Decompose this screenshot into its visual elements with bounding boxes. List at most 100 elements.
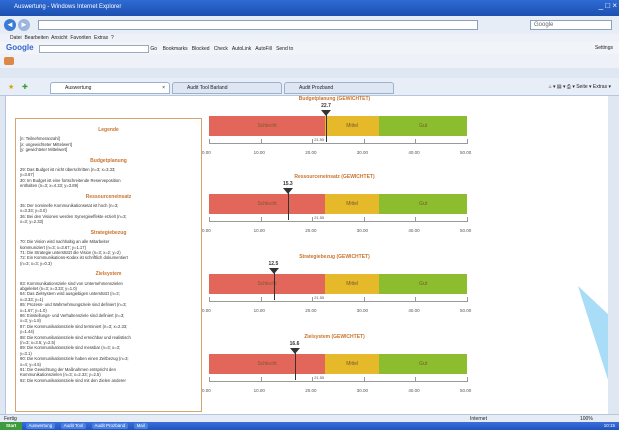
x-tick-label: 50.00 bbox=[460, 150, 472, 155]
menu-item[interactable]: Extras bbox=[94, 35, 108, 41]
x-tick-label: 0.00 bbox=[202, 150, 211, 155]
x-tick-label: 20.00 bbox=[305, 308, 317, 313]
x-tick bbox=[209, 217, 210, 222]
title-bar: Auswertung - Windows Internet Explorer _… bbox=[0, 0, 619, 16]
band-0: Schlecht bbox=[209, 116, 326, 136]
chart-title: Budgetplanung (GEWICHTET) bbox=[298, 96, 371, 102]
tab-label: Auswertung bbox=[65, 85, 92, 91]
taskbar-item[interactable]: Auswertung bbox=[25, 423, 56, 429]
x-tick bbox=[415, 139, 417, 144]
band-1: Mittel bbox=[325, 116, 380, 136]
popup-blocked-button[interactable]: Blocked bbox=[192, 46, 210, 52]
chart-title: Ressourceneinsatz (GEWICHTET) bbox=[294, 174, 375, 180]
legend-section-heading: Budgetplanung bbox=[90, 157, 127, 164]
tab-audit-tool[interactable]: Audit Tool Barland bbox=[172, 82, 282, 94]
value-label: 15.3 bbox=[282, 181, 293, 187]
menu-item[interactable]: Favoriten bbox=[70, 35, 91, 41]
status-bar: Fertig Internet 100% bbox=[0, 414, 619, 422]
gauge-chart: Budgetplanung (GEWICHTET) Schlecht Mittel G… bbox=[202, 96, 471, 176]
value-label: 16.6 bbox=[289, 341, 300, 347]
tab-auswertung[interactable]: Auswertung × bbox=[50, 82, 170, 94]
autolink-button[interactable]: AutoLink bbox=[232, 46, 251, 52]
band-2: Gut bbox=[379, 194, 467, 214]
value-label: 22.7 bbox=[321, 103, 331, 109]
toolbar-icon[interactable] bbox=[4, 57, 14, 65]
x-tick bbox=[312, 377, 314, 382]
taskbar-item[interactable]: Audit Prozband bbox=[91, 423, 129, 429]
extras-menu[interactable]: Extras bbox=[593, 84, 607, 90]
send-to-button[interactable]: Send to bbox=[276, 46, 293, 52]
page-content: Legende [n: Teilnehmeranzahl] [x: ungewi… bbox=[5, 96, 608, 414]
clock: 10:15 bbox=[603, 423, 615, 428]
tab-audit-prozband[interactable]: Audit Prozband bbox=[284, 82, 394, 94]
x-tick bbox=[467, 377, 468, 382]
check-button[interactable]: Check bbox=[214, 46, 228, 52]
legend-panel: Legende [n: Teilnehmeranzahl] [x: ungewi… bbox=[15, 118, 202, 412]
x-tick-label: 10.00 bbox=[253, 388, 265, 393]
legend-section-heading: Zielsystem bbox=[95, 271, 122, 278]
google-toolbar: Google Go Bookmarks Blocked Check AutoLi… bbox=[0, 42, 619, 54]
window-controls[interactable]: _ □ × bbox=[599, 1, 617, 10]
tab-label: Audit Tool Barland bbox=[187, 85, 228, 91]
x-tick-label: 0.00 bbox=[202, 228, 211, 233]
taskbar-item[interactable]: Mail bbox=[133, 423, 148, 429]
x-tick bbox=[363, 377, 365, 382]
bookmarks-button[interactable]: Bookmarks bbox=[163, 46, 188, 52]
x-tick-label: 20.00 bbox=[305, 150, 317, 155]
band-label: Gut bbox=[419, 281, 428, 287]
go-button[interactable]: Go bbox=[150, 46, 157, 52]
legend-sections: Budgetplanung 29: Das Budget ist nicht üb… bbox=[20, 157, 197, 384]
google-search-input[interactable] bbox=[38, 44, 149, 53]
reference-label: 21.55 bbox=[314, 215, 325, 220]
menu-item[interactable]: Datei bbox=[10, 35, 22, 41]
menu-item[interactable]: ? bbox=[111, 35, 114, 41]
legend-section-heading: Strategiebezug bbox=[90, 229, 127, 236]
menu-item[interactable]: Bearbeiten bbox=[24, 35, 48, 41]
x-tick bbox=[415, 297, 417, 302]
x-tick-label: 30.00 bbox=[356, 228, 369, 233]
band-label: Mittel bbox=[346, 123, 359, 129]
x-tick bbox=[363, 297, 365, 302]
reference-label: 21.55 bbox=[314, 137, 325, 142]
gauge-chart: Strategiebezug (GEWICHTET) Schlecht Mittel… bbox=[202, 254, 471, 334]
x-tick bbox=[312, 217, 314, 222]
band-label: Mittel bbox=[346, 281, 359, 287]
page-menu[interactable]: Seite bbox=[576, 84, 587, 90]
browser-window: Auswertung - Windows Internet Explorer _… bbox=[0, 0, 619, 430]
x-tick-label: 10.00 bbox=[253, 150, 265, 155]
back-button[interactable]: ◄ bbox=[4, 19, 16, 31]
band-label: Gut bbox=[419, 361, 428, 367]
band-1: Mittel bbox=[325, 194, 380, 214]
legend-line: enthalten (n=3; x=4.33; y=3.89) bbox=[20, 183, 79, 189]
add-favorites-icon[interactable]: ✚ bbox=[22, 83, 28, 91]
decorative-arrow bbox=[578, 286, 608, 380]
search-input[interactable]: Google bbox=[530, 20, 612, 30]
forward-button[interactable]: ► bbox=[18, 19, 30, 31]
x-tick bbox=[415, 217, 417, 222]
x-tick-label: 40.00 bbox=[408, 150, 420, 155]
chart-title: Strategiebezug (GEWICHTET) bbox=[299, 254, 370, 260]
reference-label: 21.55 bbox=[314, 295, 325, 300]
x-tick bbox=[467, 297, 468, 302]
menu-item[interactable]: Ansicht bbox=[51, 35, 67, 41]
favorites-star-icon[interactable]: ★ bbox=[8, 83, 14, 91]
legend-section-heading: Ressourceneinsatz bbox=[85, 193, 132, 200]
x-tick bbox=[260, 377, 262, 382]
close-tab-icon[interactable]: × bbox=[162, 83, 165, 93]
autofill-button[interactable]: AutoFill bbox=[255, 46, 272, 52]
x-axis bbox=[209, 143, 467, 144]
address-bar[interactable] bbox=[38, 20, 478, 30]
band-label: Schlecht bbox=[257, 281, 277, 287]
x-tick bbox=[467, 139, 468, 144]
x-tick-label: 10.00 bbox=[253, 308, 265, 313]
settings-button[interactable]: Settings bbox=[595, 42, 613, 54]
band-0: Schlecht bbox=[209, 354, 326, 374]
value-marker-triangle bbox=[321, 110, 332, 116]
taskbar-item[interactable]: Audit Tool bbox=[60, 423, 87, 429]
start-button[interactable]: Start bbox=[0, 422, 23, 430]
band-label: Gut bbox=[419, 201, 428, 207]
band-0: Schlecht bbox=[209, 274, 326, 294]
legend-key: [y: gewichteter Mittelwert] bbox=[20, 147, 68, 153]
legend-title: Legende bbox=[98, 127, 119, 133]
band-label: Schlecht bbox=[257, 123, 277, 129]
